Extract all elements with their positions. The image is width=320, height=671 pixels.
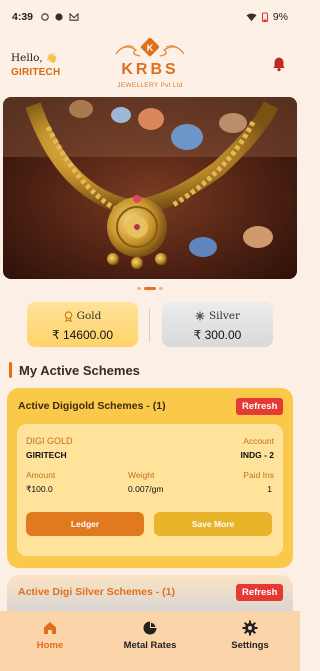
gold-rate-label: Gold [76,310,102,322]
battery-icon [261,12,268,22]
save-more-button[interactable]: Save More [154,512,272,536]
digigold-scheme-card: Active Digigold Schemes - (1) Refresh DI… [7,388,293,568]
gmail-icon [69,13,79,21]
section-title: My Active Schemes [9,361,140,379]
greeting: Hello, 👋 [11,52,58,64]
status-bar: 4:39 9% [0,0,300,34]
amount-label: Amount [26,470,56,480]
brand-name: KRBS [121,61,179,78]
bottom-navigation: Home Metal Rates Settings [0,611,300,671]
home-icon [44,622,56,634]
username: GIRITECH [11,67,61,78]
record-icon [55,13,63,21]
bell-icon[interactable] [271,56,287,72]
digisilver-scheme-card: Active Digi Silver Schemes - (1) Refresh [7,575,293,615]
banner-carousel[interactable] [3,97,297,279]
weight-label: Weight [128,470,155,480]
gold-rate-value: ₹ 14600.00 [51,328,114,342]
silver-rate-label: Silver [208,310,241,322]
gold-rate-card[interactable]: Gold ₹ 14600.00 [27,302,138,347]
wave-emoji-icon: 👋 [46,54,58,64]
carousel-dot-active[interactable] [144,287,156,290]
nav-item-settings[interactable]: Settings [200,611,300,671]
logo-mark: K [147,43,154,53]
logo-ornament-icon: K [115,38,185,57]
snowflake-icon [195,311,205,321]
nav-metal-rates-label: Metal Rates [123,640,177,651]
brand-subtitle: JEWELLERY Pvt Ltd [117,82,183,89]
customer-name: GIRITECH [26,450,67,460]
medal-icon [64,310,72,322]
nav-item-home[interactable]: Home [0,611,100,671]
carousel-dot[interactable] [159,287,163,290]
paid-installments-value: 1 [267,484,272,494]
scheme-name: DIGI GOLD [26,436,73,446]
wifi-icon [246,12,257,21]
nav-settings-label: Settings [231,640,269,651]
carousel-indicator [0,287,300,290]
weight-value: 0.007/gm [128,484,164,494]
account-label: Account [243,436,274,446]
amount-value: ₹100.0 [26,484,53,494]
silver-rate-value: ₹ 300.00 [193,328,242,342]
scheme-detail-panel[interactable]: DIGI GOLD Account GIRITECH INDG - 2 Amou… [17,424,283,556]
nav-home-label: Home [36,640,64,651]
paid-installments-label: Paid Ins [243,470,274,480]
section-accent-bar [9,362,12,378]
digisilver-card-header: Active Digi Silver Schemes - (1) [18,586,175,598]
ledger-button[interactable]: Ledger [26,512,144,536]
nav-item-metal-rates[interactable]: Metal Rates [100,611,200,671]
refresh-button[interactable]: Refresh [236,398,284,415]
status-time: 4:39 [12,11,34,23]
krbs-logo: K KRBS JEWELLERY Pvt Ltd [106,38,194,92]
rate-divider [149,308,150,342]
necklace-banner-image [3,97,297,279]
gear-icon [242,620,258,636]
digigold-card-header: Active Digigold Schemes - (1) [18,400,166,412]
notification-dot-icon [41,13,49,21]
account-value: INDG - 2 [240,450,274,460]
refresh-button[interactable]: Refresh [236,584,284,601]
battery-percent: 9% [272,11,288,23]
pie-chart-icon [143,621,157,635]
silver-rate-card[interactable]: Silver ₹ 300.00 [162,302,273,347]
carousel-dot[interactable] [137,287,141,290]
section-title-text: My Active Schemes [19,362,140,378]
